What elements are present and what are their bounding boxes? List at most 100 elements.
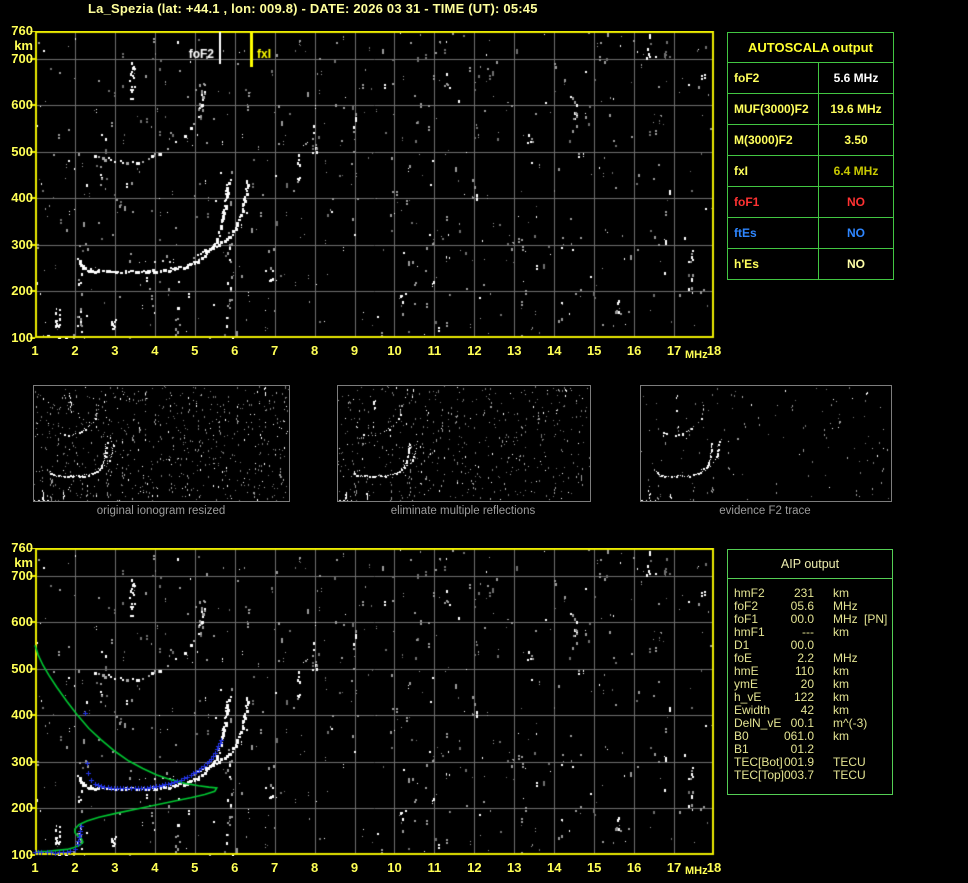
x-tick-label: 4 (151, 860, 159, 875)
aip-table-body: hmF2 231 km foF2 05.6 MHz foF1 00.0 MHz [PN] hmF1-… (728, 587, 892, 782)
autoscala-row-label: ftEs (728, 218, 819, 248)
x-tick-label: 3 (111, 860, 119, 875)
x-tick-label: 8 (310, 343, 319, 358)
bottom-x-axis-unit: MHz (685, 865, 708, 877)
thumbnail-caption: eliminate multiple reflections (390, 505, 536, 517)
autoscala-row-value: 19.6 MHz (830, 102, 882, 116)
x-tick-label: 4 (151, 343, 159, 358)
x-tick-label: 14 (547, 343, 562, 358)
thumbnail-eliminate-reflections (337, 385, 591, 502)
x-tick-label: 5 (191, 343, 199, 358)
aip-row-unit: km (833, 625, 849, 639)
y-tick-label: 100 (11, 330, 33, 345)
table-row: fxI 6.4 MHz (728, 156, 893, 187)
x-tick-label: 13 (507, 860, 522, 875)
x-tick-label: 1 (31, 860, 39, 875)
x-tick-label: 7 (271, 860, 279, 875)
y-tick-label: 700 (11, 50, 33, 66)
y-tick-label: 500 (11, 143, 33, 159)
page-title: La_Spezia (lat: +44.1 , lon: 009.8) - DA… (88, 1, 538, 16)
autoscala-row-label: foF2 (728, 63, 819, 93)
autoscala-row-value: NO (847, 226, 865, 240)
aip-row-unit: TECU (833, 768, 866, 782)
bottom-y-axis-unit: km (14, 555, 33, 570)
thumbnail-caption: evidence F2 trace (719, 505, 811, 517)
x-tick-label: 1 (31, 343, 39, 358)
thumbnail-canvas (338, 386, 590, 501)
thumbnail-original-ionogram (33, 385, 290, 502)
autoscala-row-label: foF1 (728, 187, 819, 217)
y-tick-label: 760 (11, 540, 33, 555)
x-tick-label: 11 (427, 860, 442, 875)
x-tick-label: 9 (350, 860, 359, 875)
aip-row-note: [PN] (864, 612, 888, 626)
aip-table-row: TEC[Top] 003.7 TECU (728, 769, 892, 782)
x-tick-label: 12 (467, 860, 482, 875)
x-tick-label: 3 (111, 343, 119, 358)
x-tick-label: 10 (387, 343, 402, 358)
thumbnail-canvas (34, 386, 289, 501)
y-tick-label: 100 (11, 847, 33, 862)
x-tick-label: 18 (706, 343, 722, 358)
x-tick-label: 12 (467, 343, 482, 358)
aip-table-header: AIP output (728, 550, 892, 579)
autoscala-row-label: h'Es (728, 249, 819, 279)
y-tick-label: 600 (11, 614, 33, 630)
x-tick-label: 18 (706, 860, 722, 875)
table-row: MUF(3000)F2 19.6 MHz (728, 94, 893, 125)
autoscala-screen: La_Spezia (lat: +44.1 , lon: 009.8) - DA… (0, 0, 968, 883)
bottom-ionogram-canvas (29, 548, 715, 856)
y-tick-label: 200 (11, 283, 33, 299)
autoscala-row-value: NO (847, 195, 865, 209)
x-tick-label: 5 (191, 860, 199, 875)
top-x-axis-unit: MHz (685, 349, 708, 361)
y-tick-label: 400 (11, 707, 33, 723)
thumbnail-canvas (641, 386, 891, 501)
top-ionogram-canvas (29, 31, 715, 339)
x-tick-label: 8 (310, 860, 319, 875)
x-tick-label: 15 (586, 343, 602, 358)
table-row: ftEs NO (728, 218, 893, 249)
top-y-axis-unit: km (14, 38, 33, 53)
aip-row-value: 003.7 (783, 768, 814, 782)
x-tick-label: 6 (231, 860, 239, 875)
autoscala-table-header: AUTOSCALA output (728, 33, 893, 63)
x-tick-label: 17 (666, 343, 682, 358)
autoscala-row-label: fxI (728, 156, 819, 186)
thumbnail-caption: original ionogram resized (96, 505, 226, 517)
y-tick-label: 300 (11, 236, 33, 252)
thumbnail-evidence-f2-trace (640, 385, 892, 502)
y-tick-label: 700 (11, 567, 33, 583)
y-tick-label: 600 (11, 97, 33, 113)
y-tick-label: 200 (11, 800, 33, 816)
x-tick-label: 16 (626, 860, 642, 875)
aip-row-unit: km (833, 729, 849, 743)
table-row: M(3000)F2 3.50 (728, 125, 893, 156)
table-row: foF2 5.6 MHz (728, 63, 893, 94)
x-tick-label: 9 (350, 343, 359, 358)
x-tick-label: 10 (387, 860, 402, 875)
y-tick-label: 300 (11, 753, 33, 769)
x-tick-label: 2 (71, 343, 79, 358)
x-tick-label: 13 (507, 343, 522, 358)
x-tick-label: 16 (626, 343, 642, 358)
x-tick-label: 6 (231, 343, 239, 358)
autoscala-row-value: NO (847, 257, 865, 271)
x-tick-label: 17 (666, 860, 682, 875)
x-tick-label: 14 (547, 860, 562, 875)
x-tick-label: 15 (586, 860, 602, 875)
x-tick-label: 7 (271, 343, 279, 358)
table-row: h'Es NO (728, 249, 893, 279)
aip-output-table: AIP output hmF2 231 km foF2 05.6 MHz foF1 00.0 M… (727, 549, 893, 795)
autoscala-row-value: 3.50 (844, 133, 868, 147)
y-tick-label: 500 (11, 660, 33, 676)
autoscala-row-value: 6.4 MHz (833, 164, 879, 178)
y-tick-label: 400 (11, 190, 33, 206)
x-tick-label: 2 (71, 860, 79, 875)
table-row: foF1 NO (728, 187, 893, 218)
autoscala-row-label: MUF(3000)F2 (728, 94, 819, 124)
autoscala-row-value: 5.6 MHz (833, 71, 879, 85)
x-tick-label: 11 (427, 343, 442, 358)
autoscala-output-table: AUTOSCALA output foF2 5.6 MHz MUF(3000)F… (727, 32, 894, 280)
autoscala-row-label: M(3000)F2 (728, 125, 819, 155)
